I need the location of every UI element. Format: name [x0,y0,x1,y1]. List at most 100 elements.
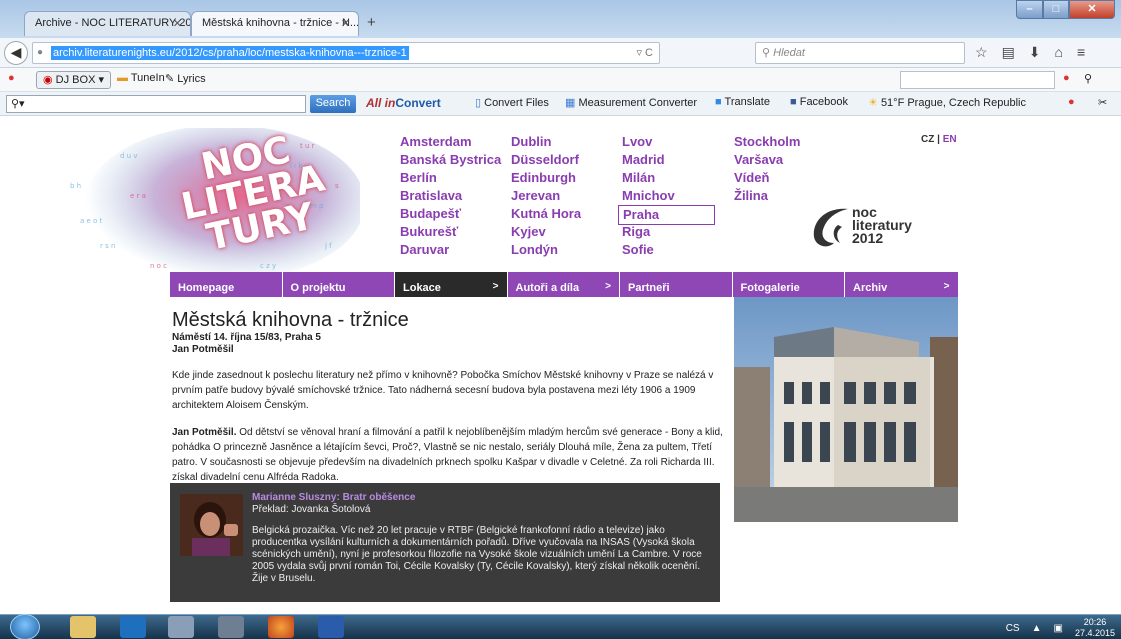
city-link[interactable]: Lvov [622,133,652,151]
city-link[interactable]: Londýn [511,241,558,259]
tray-expand-icon[interactable]: ▲ [1032,623,1042,634]
city-link[interactable]: Madrid [622,151,665,169]
adblock-icon[interactable]: ● [1068,96,1075,108]
home-icon[interactable]: ⌂ [1055,44,1063,61]
author-translator: Překlad: Jovanka Šotolová [252,504,371,515]
lang-separator: | [937,134,940,145]
city-link[interactable]: Bratislava [400,187,462,205]
city-link[interactable]: Kyjev [511,223,546,241]
city-link[interactable]: Amsterdam [400,133,472,151]
tab-active[interactable]: Městská knihovna - tržnice - N... ✕ [191,11,359,36]
translate-label: Translate [724,96,770,108]
download-icon[interactable]: ⬇ [1029,44,1041,61]
search-button[interactable]: Search [310,95,356,113]
network-icon[interactable]: ▣ [1054,623,1063,634]
city-link[interactable]: Žilina [734,187,768,205]
back-arrow-icon[interactable]: ◀ [4,41,28,65]
menu-arrow-icon: > [492,281,499,292]
addon-search-input[interactable]: ⚲▾ [6,95,306,113]
start-button-icon[interactable] [10,614,40,639]
city-link[interactable]: Sofie [622,241,654,259]
city-link[interactable]: Düsseldorf [511,151,579,169]
allin-text: All in [366,96,396,110]
menu-item-fotogalerie[interactable]: Fotogalerie [732,272,845,297]
weather-label: 51°F Prague, Czech Republic [880,97,1026,109]
search-placeholder: Hledat [773,47,805,59]
author-card: Marianne Sluszny: Bratr oběšence Překlad… [170,483,720,602]
tab-archive[interactable]: Archive - NOC LITERATURY 2015 ✕ [24,11,191,36]
close-tab-icon[interactable]: ✕ [173,17,182,30]
lyrics-link[interactable]: ✎ Lyrics [165,72,206,85]
toolbar-addons: ⚲▾ Search All inConvert ▯ Convert Files … [0,92,1121,116]
menu-item-lokace[interactable]: Lokace > [395,272,508,297]
author-work-link[interactable]: Marianne Sluszny: Bratr oběšence [252,492,415,503]
addon-icon[interactable]: ● [8,72,15,84]
city-link-active[interactable]: Praha [618,205,716,225]
city-link[interactable]: Budapešť [400,205,461,223]
reader-bio-text: Od dětství se věnoval hraní a filmování … [172,427,723,483]
city-link[interactable]: Bukurešť [400,223,458,241]
convert-files-link[interactable]: ▯ Convert Files [475,96,549,109]
paint-icon[interactable] [168,616,194,638]
lang-en-link[interactable]: EN [943,134,957,145]
facebook-link[interactable]: ■ Facebook [790,96,848,108]
djbox-button[interactable]: ◉ DJ BOX ▾ [36,71,111,89]
maximize-icon[interactable]: □ [1043,0,1069,19]
noc-literatury-logo[interactable]: a e o tr s n l i km p d u vc z y b hj f … [60,128,360,286]
city-link[interactable]: Vídeň [734,169,769,187]
city-link[interactable]: Varšava [734,151,783,169]
reading-list-icon[interactable]: ▤ [1002,44,1015,61]
menu-item-partneri[interactable]: Partneři [620,272,733,297]
noc-swirl-icon [813,208,848,247]
menu-item-homepage[interactable]: Homepage [170,272,283,297]
allin-convert-logo[interactable]: All inConvert [366,96,441,110]
new-tab-icon[interactable]: + [367,14,376,31]
city-link[interactable]: Daruvar [400,241,449,259]
city-link[interactable]: Stockholm [734,133,800,151]
magnifier-icon: ⚲ [762,47,774,59]
city-link[interactable]: Riga [622,223,650,241]
file-explorer-icon[interactable] [70,616,96,638]
city-link[interactable]: Jerevan [511,187,560,205]
magnifier-icon[interactable]: ⚲ [1084,72,1092,85]
bookmarks-bar: ● ◉ DJ BOX ▾ ▬ TuneIn ✎ Lyrics ● ⚲ [0,68,1121,92]
minimize-icon[interactable]: – [1016,0,1043,19]
reader-name: Jan Potměšil. [172,427,237,438]
noc-literatury-2012-logo[interactable]: noc literatury 2012 [808,203,928,253]
city-link[interactable]: Milán [622,169,655,187]
menu-item-archiv[interactable]: Archiv > [845,272,958,297]
menu-icon[interactable]: ≡ [1077,44,1085,61]
clock[interactable]: 20:26 27.4.2015 [1075,617,1115,639]
translate-link[interactable]: ■ Translate [715,96,770,108]
tool-icon[interactable] [218,616,244,638]
building-photo [734,297,958,522]
adblock-icon[interactable]: ● [1063,72,1070,84]
reload-icon[interactable]: ▿ C [636,46,653,59]
menu-label: Homepage [178,282,235,294]
measurement-link[interactable]: ▦ Measurement Converter [565,96,697,109]
menu-item-o-projektu[interactable]: O projektu [282,272,395,297]
toolbar-search-input[interactable] [900,71,1055,89]
star-icon[interactable]: ☆ [975,44,988,61]
city-link[interactable]: Dublin [511,133,551,151]
tunein-link[interactable]: ▬ TuneIn [117,72,165,84]
weather-link[interactable]: ☀ 51°F Prague, Czech Republic [868,96,1026,109]
media-player-icon[interactable] [120,616,146,638]
close-window-icon[interactable]: ✕ [1069,0,1115,19]
word-icon[interactable] [318,616,344,638]
language-indicator[interactable]: CS [1006,623,1020,634]
firefox-icon[interactable] [268,616,294,638]
url-bar[interactable]: ● archiv.literaturenights.eu/2012/cs/pra… [32,42,660,64]
city-link[interactable]: Edinburgh [511,169,576,187]
city-link[interactable]: Mnichov [622,187,675,205]
url-text[interactable]: archiv.literaturenights.eu/2012/cs/praha… [51,46,409,60]
scissors-icon[interactable]: ✂ [1098,96,1107,109]
lang-cz-link[interactable]: CZ [921,134,934,145]
facebook-icon: ■ [790,96,797,108]
city-link[interactable]: Banská Bystrica [400,151,501,169]
menu-item-autori[interactable]: Autoři a díla > [507,272,620,297]
city-link[interactable]: Kutná Hora [511,205,581,223]
city-link[interactable]: Berlín [400,169,437,187]
search-input[interactable]: ⚲ Hledat [755,42,965,64]
close-tab-icon[interactable]: ✕ [341,17,350,30]
